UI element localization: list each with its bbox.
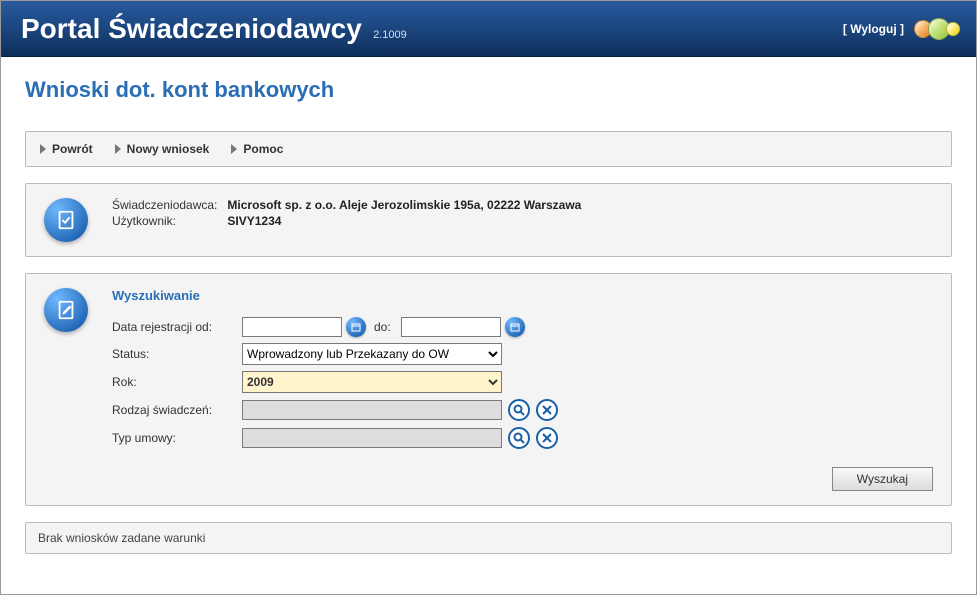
- provider-label: Świadczeniodawca:: [112, 198, 217, 212]
- nav-new-request-label: Nowy wniosek: [127, 142, 210, 156]
- header-title-wrap: Portal Świadczeniodawcy 2.1009: [21, 13, 407, 45]
- calendar-to-button[interactable]: [505, 317, 525, 337]
- edit-document-icon: [44, 288, 88, 332]
- status-label: Status:: [112, 347, 242, 361]
- search-button[interactable]: Wyszukaj: [832, 467, 933, 491]
- nav-help-label: Pomoc: [243, 142, 283, 156]
- row-year: Rok: 2009: [112, 371, 933, 393]
- app-window: Portal Świadczeniodawcy 2.1009 [ Wyloguj…: [0, 0, 977, 595]
- logo-dots-icon: [914, 18, 960, 40]
- page-title: Wnioski dot. kont bankowych: [25, 77, 952, 103]
- nav-back[interactable]: Powrót: [40, 142, 93, 156]
- app-title: Portal Świadczeniodawcy: [21, 13, 362, 44]
- row-status: Status: Wprowadzony lub Przekazany do OW: [112, 343, 933, 365]
- provider-info-panel: Świadczeniodawca: Microsoft sp. z o.o. A…: [25, 183, 952, 257]
- header-bar: Portal Świadczeniodawcy 2.1009 [ Wyloguj…: [1, 1, 976, 57]
- calendar-icon: [351, 322, 361, 332]
- status-select[interactable]: Wprowadzony lub Przekazany do OW: [242, 343, 502, 365]
- row-benefit-type: Rodzaj świadczeń:: [112, 399, 933, 421]
- chevron-right-icon: [115, 144, 121, 154]
- contract-type-clear-button[interactable]: [536, 427, 558, 449]
- nav-help[interactable]: Pomoc: [231, 142, 283, 156]
- user-value: SIVY1234: [227, 214, 581, 228]
- chevron-right-icon: [231, 144, 237, 154]
- action-toolbar: Powrót Nowy wniosek Pomoc: [25, 131, 952, 167]
- year-select[interactable]: 2009: [242, 371, 502, 393]
- nav-new-request[interactable]: Nowy wniosek: [115, 142, 210, 156]
- search-icon: [513, 432, 525, 444]
- submit-row: Wyszukaj: [112, 467, 933, 491]
- date-from-label: Data rejestracji od:: [112, 320, 242, 334]
- contract-type-lookup-button[interactable]: [508, 427, 530, 449]
- row-date-range: Data rejestracji od: do:: [112, 317, 933, 337]
- benefit-type-clear-button[interactable]: [536, 399, 558, 421]
- year-label: Rok:: [112, 375, 242, 389]
- nav-back-label: Powrót: [52, 142, 93, 156]
- search-icon: [513, 404, 525, 416]
- provider-info-grid: Świadczeniodawca: Microsoft sp. z o.o. A…: [112, 198, 581, 228]
- chevron-right-icon: [40, 144, 46, 154]
- search-title: Wyszukiwanie: [112, 288, 933, 303]
- date-to-label: do:: [374, 320, 391, 334]
- date-from-input[interactable]: [242, 317, 342, 337]
- results-panel: Brak wniosków zadane warunki: [25, 522, 952, 554]
- app-version: 2.1009: [373, 29, 407, 41]
- contract-type-input[interactable]: [242, 428, 502, 448]
- results-empty-message: Brak wniosków zadane warunki: [38, 531, 205, 545]
- benefit-type-input[interactable]: [242, 400, 502, 420]
- benefit-type-lookup-button[interactable]: [508, 399, 530, 421]
- date-to-input[interactable]: [401, 317, 501, 337]
- provider-value: Microsoft sp. z o.o. Aleje Jerozolimskie…: [227, 198, 581, 212]
- search-panel: Wyszukiwanie Data rejestracji od: do:: [25, 273, 952, 506]
- row-contract-type: Typ umowy:: [112, 427, 933, 449]
- user-label: Użytkownik:: [112, 214, 217, 228]
- logout-link[interactable]: [ Wyloguj ]: [843, 22, 904, 36]
- calendar-icon: [510, 322, 520, 332]
- benefit-type-label: Rodzaj świadczeń:: [112, 403, 242, 417]
- close-icon: [542, 405, 552, 415]
- close-icon: [542, 433, 552, 443]
- header-right: [ Wyloguj ]: [843, 18, 960, 40]
- calendar-from-button[interactable]: [346, 317, 366, 337]
- search-form: Wyszukiwanie Data rejestracji od: do:: [112, 288, 933, 491]
- contract-type-label: Typ umowy:: [112, 431, 242, 445]
- clipboard-check-icon: [44, 198, 88, 242]
- content-area: Wnioski dot. kont bankowych Powrót Nowy …: [1, 57, 976, 594]
